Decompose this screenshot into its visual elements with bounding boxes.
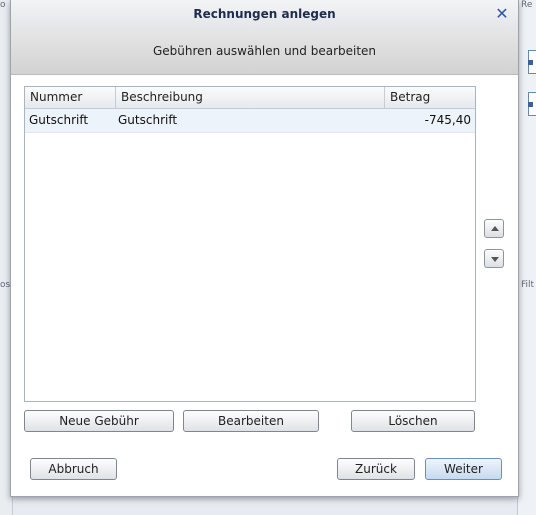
background-right-panel: Re Filt bbox=[517, 0, 536, 515]
back-button[interactable]: Zurück bbox=[337, 458, 415, 480]
dialog-subheader: Gebühren auswählen und bearbeiten bbox=[11, 30, 518, 75]
triangle-up-icon bbox=[491, 226, 499, 231]
dialog-titlebar: Rechnungen anlegen ✕ bbox=[11, 0, 518, 30]
document-icon bbox=[528, 50, 536, 74]
move-up-button[interactable] bbox=[484, 219, 504, 238]
edit-button[interactable]: Bearbeiten bbox=[183, 410, 319, 432]
background-text-fragment: Filt bbox=[521, 280, 535, 290]
background-text-fragment: o bbox=[0, 0, 6, 10]
delete-button[interactable]: Löschen bbox=[351, 410, 475, 432]
cell-betrag: -745,40 bbox=[424, 113, 471, 127]
table-row[interactable]: Gutschrift Gutschrift -745,40 bbox=[25, 109, 475, 133]
dialog-title: Rechnungen anlegen bbox=[193, 7, 336, 21]
cell-beschreibung: Gutschrift bbox=[118, 113, 178, 127]
create-invoices-dialog: Rechnungen anlegen ✕ Gebühren auswählen … bbox=[10, 0, 519, 497]
table-header: Nummer Beschreibung Betrag bbox=[25, 87, 475, 109]
fees-table: Nummer Beschreibung Betrag Gutschrift Gu… bbox=[24, 86, 476, 402]
triangle-down-icon bbox=[491, 257, 499, 262]
background-text-fragment: os bbox=[0, 280, 11, 290]
column-header-nummer[interactable]: Nummer bbox=[25, 87, 116, 108]
new-fee-button[interactable]: Neue Gebühr bbox=[24, 410, 174, 432]
cancel-button[interactable]: Abbruch bbox=[30, 458, 117, 480]
cell-nummer: Gutschrift bbox=[29, 113, 89, 127]
move-down-button[interactable] bbox=[484, 249, 504, 268]
column-header-beschreibung[interactable]: Beschreibung bbox=[116, 87, 385, 108]
document-icon bbox=[528, 92, 536, 116]
next-button[interactable]: Weiter bbox=[425, 458, 502, 480]
column-header-betrag[interactable]: Betrag bbox=[385, 87, 475, 108]
background-text-fragment: Re bbox=[521, 0, 533, 10]
close-icon[interactable]: ✕ bbox=[495, 6, 509, 22]
dialog-subtitle: Gebühren auswählen und bearbeiten bbox=[152, 44, 377, 58]
